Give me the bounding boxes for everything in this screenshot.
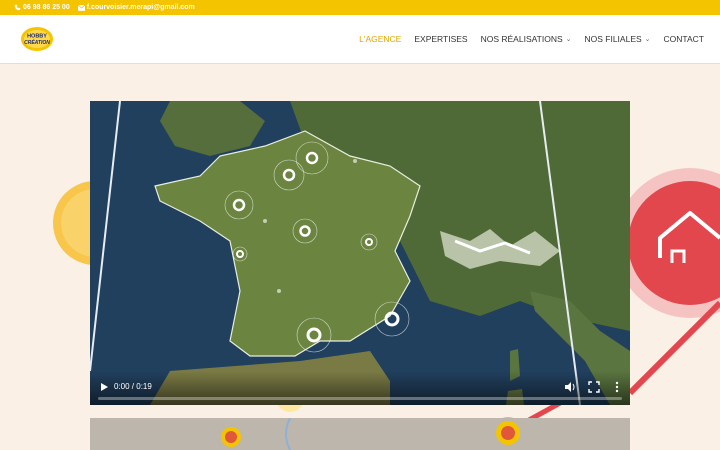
email-contact[interactable]: f.courvoisier.merapi@gmail.com: [77, 4, 195, 11]
phone-contact[interactable]: 06 98 86 25 00: [14, 4, 70, 11]
nav-label: CONTACT: [663, 34, 704, 44]
france-map-frame: [90, 101, 630, 405]
top-bar: 06 98 86 25 00 f.courvoisier.merapi@gmai…: [0, 0, 720, 15]
video-progress-bar[interactable]: [98, 397, 622, 400]
chevron-down-icon: ⌄: [644, 36, 651, 43]
play-icon[interactable]: [98, 381, 110, 393]
nav-label: L'AGENCE: [359, 34, 402, 44]
phone-number[interactable]: 06 98 86 25 00: [23, 4, 70, 11]
video-controls: 0:00 / 0:19: [90, 371, 630, 405]
video-player[interactable]: 0:00 / 0:19: [90, 101, 630, 405]
fullscreen-icon[interactable]: [588, 381, 600, 393]
nav-item-expertises[interactable]: EXPERTISES: [414, 34, 467, 44]
nav-label: EXPERTISES: [414, 34, 468, 44]
next-section-image: [90, 418, 630, 450]
volume-icon[interactable]: [564, 381, 576, 393]
nav-item-agence[interactable]: L'AGENCE: [359, 34, 401, 44]
site-header: HOBBY CRÉATION L'AGENCE EXPERTISES NOS R…: [0, 15, 720, 63]
video-time: 0:00 / 0:19: [114, 382, 152, 391]
chevron-down-icon: ⌄: [565, 36, 572, 43]
nav-item-contact[interactable]: CONTACT: [664, 34, 704, 44]
nav-label: NOS FILIALES: [584, 34, 642, 44]
email-address[interactable]: f.courvoisier.merapi@gmail.com: [87, 4, 195, 11]
main-nav: L'AGENCE EXPERTISES NOS RÉALISATIONS ⌄ N…: [359, 34, 704, 44]
nav-item-realisations[interactable]: NOS RÉALISATIONS ⌄: [481, 34, 572, 44]
logo-line1: HOBBY: [27, 34, 47, 40]
more-options-icon[interactable]: [612, 381, 622, 393]
phone-icon: [14, 4, 21, 11]
nav-label: NOS RÉALISATIONS: [480, 34, 563, 44]
envelope-icon: [77, 4, 85, 11]
site-logo[interactable]: HOBBY CRÉATION: [20, 26, 54, 52]
logo-line2: CRÉATION: [24, 38, 50, 46]
illustration-preview: [90, 418, 630, 450]
nav-item-filiales[interactable]: NOS FILIALES ⌄: [585, 34, 651, 44]
